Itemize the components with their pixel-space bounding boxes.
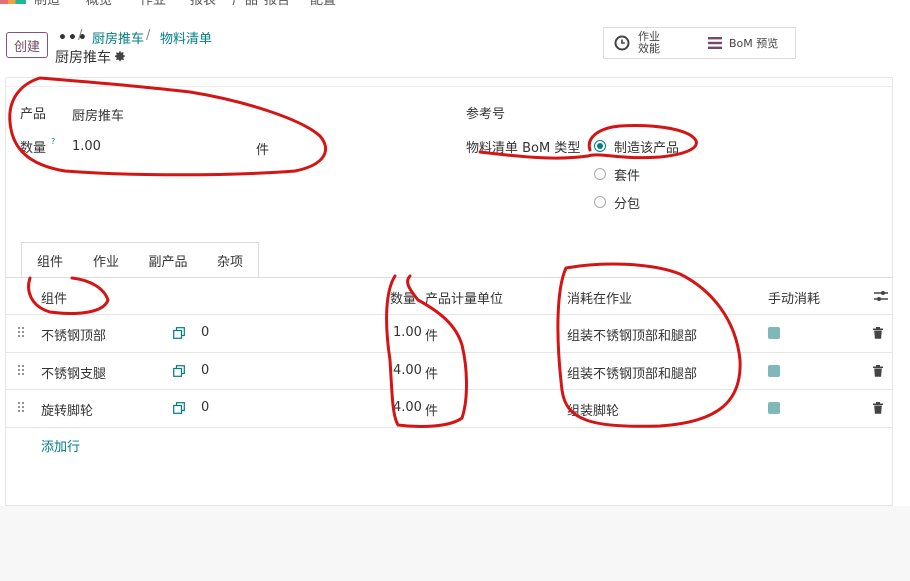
manual-consumption-checkbox[interactable] <box>768 327 780 339</box>
divider <box>6 77 892 78</box>
breadcrumb-separator: / <box>78 28 83 43</box>
bom-preview-label: BoM 预览 <box>729 37 779 50</box>
bom-preview-button[interactable]: BoM 预览 <box>699 27 796 59</box>
nav-overview[interactable]: 概览 <box>86 0 112 8</box>
column-header-manual-consumption[interactable]: 手动消耗 <box>768 288 820 307</box>
stat-label-line2: 效能 <box>638 42 660 55</box>
sheet-border <box>5 78 6 506</box>
row-component[interactable]: 旋转脚轮 <box>41 400 93 419</box>
nav-configuration[interactable]: 配置 <box>310 0 336 8</box>
quantity-field[interactable]: 1.00 <box>72 139 101 154</box>
row-stock: 0 <box>201 325 210 340</box>
tab-operations[interactable]: 作业 <box>78 242 135 278</box>
breadcrumb-separator: / <box>146 28 151 43</box>
trash-icon[interactable] <box>873 365 883 377</box>
nav-app-name[interactable]: 制造 <box>34 0 60 8</box>
manual-consumption-checkbox[interactable] <box>768 365 780 377</box>
clock-icon <box>614 35 630 51</box>
help-tooltip-icon[interactable]: ? <box>51 137 55 146</box>
row-quantity[interactable]: 4.00 <box>393 400 422 415</box>
row-quantity[interactable]: 1.00 <box>393 325 422 340</box>
radio-subcontract[interactable] <box>594 196 606 208</box>
column-header-quantity[interactable]: 数量 <box>390 288 416 307</box>
nav-reports[interactable]: 报告 <box>264 0 290 8</box>
tab-byproducts[interactable]: 副产品 <box>134 242 203 278</box>
row-quantity[interactable]: 4.00 <box>393 363 422 378</box>
nav-operations[interactable]: 作业 <box>140 0 166 8</box>
uom-field[interactable]: 件 <box>256 139 269 158</box>
drag-handle-icon[interactable] <box>17 401 25 413</box>
divider <box>6 86 892 87</box>
gear-icon[interactable] <box>114 50 126 62</box>
nav-products[interactable]: 产品 <box>232 0 258 8</box>
bom-type-label: 物料清单 BoM 类型 <box>466 141 581 156</box>
column-header-component[interactable]: 组件 <box>41 288 67 307</box>
reference-label: 参考号 <box>466 107 506 122</box>
radio-manufacture[interactable] <box>594 140 606 152</box>
page-background <box>0 506 910 581</box>
product-label: 产品 <box>20 107 47 122</box>
row-stock: 0 <box>201 400 210 415</box>
drag-handle-icon[interactable] <box>17 364 25 376</box>
drag-handle-icon[interactable] <box>17 326 25 338</box>
work-center-efficiency-button[interactable]: 作业 效能 <box>603 27 701 59</box>
row-stock: 0 <box>201 363 210 378</box>
column-header-uom[interactable]: 产品计量单位 <box>425 288 503 307</box>
divider <box>6 314 892 315</box>
sheet-border <box>892 78 893 506</box>
breadcrumb-link-bom[interactable]: 物料清单 <box>160 28 212 47</box>
optional-columns-icon[interactable] <box>874 290 888 302</box>
divider <box>6 389 892 390</box>
divider <box>6 427 892 428</box>
row-uom[interactable]: 件 <box>425 400 438 419</box>
row-operation[interactable]: 组装不锈钢顶部和腿部 <box>567 325 697 344</box>
product-field[interactable]: 厨房推车 <box>72 105 124 124</box>
quantity-label: 数量 <box>20 141 47 156</box>
manual-consumption-checkbox[interactable] <box>768 402 780 414</box>
annotation-circle-product-qty <box>8 76 328 177</box>
divider <box>6 352 892 353</box>
tab-underline <box>6 277 892 278</box>
table-footer <box>6 461 892 506</box>
add-line-link[interactable]: 添加行 <box>41 436 80 455</box>
list-icon <box>708 37 722 49</box>
tab-components[interactable]: 组件 <box>21 242 79 279</box>
breadcrumb-link-product[interactable]: 厨房推车 <box>92 28 144 47</box>
create-button[interactable]: 创建 <box>6 32 48 58</box>
copy-icon[interactable] <box>173 402 185 414</box>
app-logo-icon[interactable] <box>0 0 26 4</box>
top-navbar: 制造 概览 作业 报表 产品 报告 配置 <box>0 0 910 8</box>
row-uom[interactable]: 件 <box>425 363 438 382</box>
row-component[interactable]: 不锈钢支腿 <box>41 363 106 382</box>
radio-label-kit: 套件 <box>614 169 641 184</box>
column-header-operation[interactable]: 消耗在作业 <box>567 288 632 307</box>
nav-reporting[interactable]: 报表 <box>190 0 216 8</box>
tab-miscellaneous[interactable]: 杂项 <box>202 242 259 278</box>
radio-label-manufacture: 制造该产品 <box>614 141 680 156</box>
row-operation[interactable]: 组装脚轮 <box>567 400 619 419</box>
trash-icon[interactable] <box>873 402 883 414</box>
copy-icon[interactable] <box>173 365 185 377</box>
breadcrumb-more[interactable]: ••• <box>58 30 88 46</box>
row-operation[interactable]: 组装不锈钢顶部和腿部 <box>567 363 697 382</box>
radio-kit[interactable] <box>594 168 606 180</box>
copy-icon[interactable] <box>173 327 185 339</box>
row-uom[interactable]: 件 <box>425 325 438 344</box>
record-title: 厨房推车 <box>55 50 111 66</box>
row-component[interactable]: 不锈钢顶部 <box>41 325 106 344</box>
radio-label-subcontract: 分包 <box>614 197 641 212</box>
trash-icon[interactable] <box>873 327 883 339</box>
